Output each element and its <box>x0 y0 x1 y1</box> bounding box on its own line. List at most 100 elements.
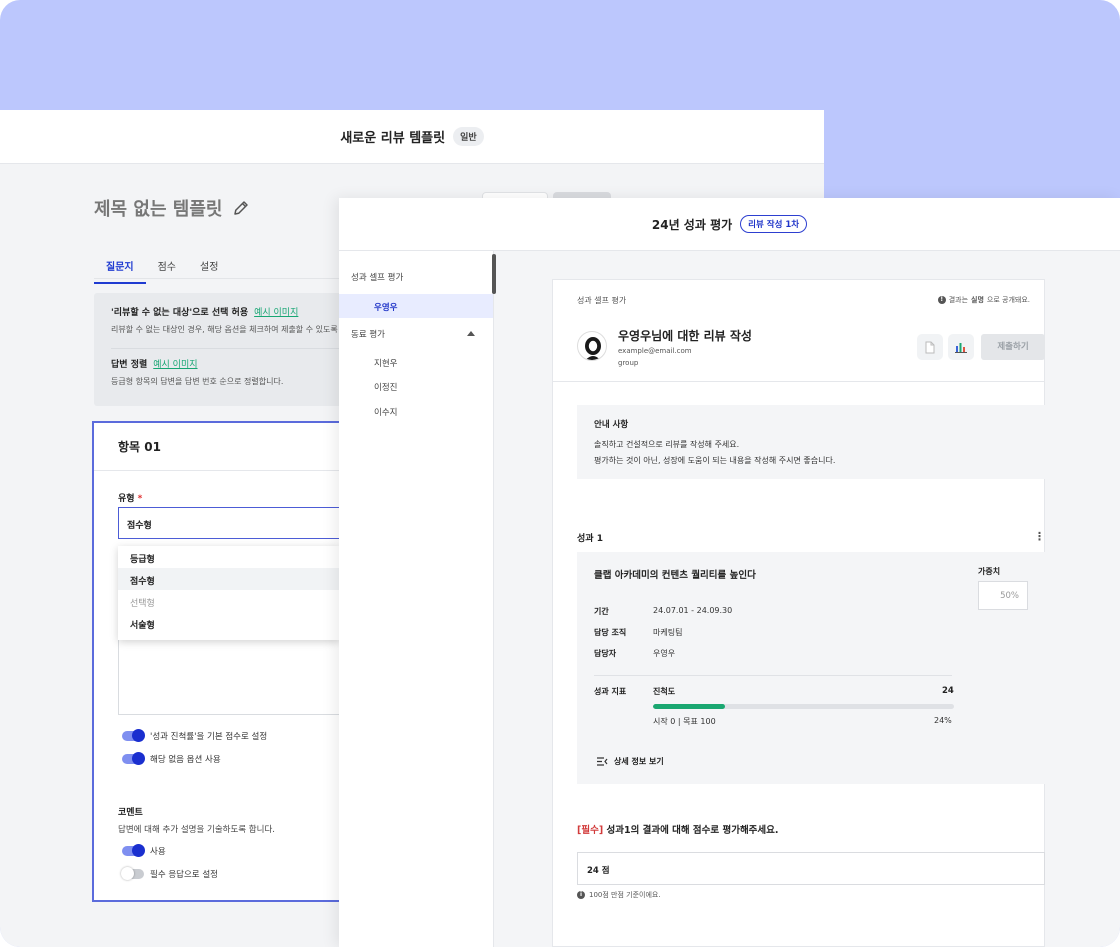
sidebar-section-peer[interactable]: 동료 평가 <box>339 328 385 340</box>
comment-title: 코멘트 <box>118 808 143 818</box>
editor-title: 새로운 리뷰 템플릿 <box>340 131 446 146</box>
guide-box: 안내 사항 솔직하고 건설적으로 리뷰를 작성해 주세요. 평가하는 것이 아닌… <box>577 405 1045 479</box>
toggle-switch[interactable] <box>121 867 144 880</box>
option-answer-sort: 답변 정렬 예시 이미지 등급형 항목의 답변을 답변 번호 순으로 정렬합니다. <box>111 357 344 387</box>
example-image-link[interactable]: 예시 이미지 <box>254 308 298 318</box>
visibility-notice: ! 결과는 실명 으로 공개돼요. <box>937 295 1030 305</box>
toggle-switch[interactable] <box>122 729 145 742</box>
review-sidebar: 성과 셀프 평가 우영우 동료 평가 지현우 이정진 이수지 <box>339 251 496 947</box>
option-allow-unreviewable: '리뷰할 수 없는 대상'으로 선택 허용 예시 이미지 리뷰할 수 없는 대상인… <box>111 305 344 335</box>
metric-value: 24 <box>942 686 954 696</box>
weight-label: 가중치 <box>978 567 1001 576</box>
dropdown-option-choice[interactable]: 선택형 <box>118 590 340 612</box>
sidebar-item-peer[interactable]: 이수지 <box>339 399 493 423</box>
guide-line: 솔직하고 건설적으로 리뷰를 작성해 주세요. <box>594 440 740 449</box>
list-collapse-icon <box>597 757 608 766</box>
tabs-divider <box>94 278 344 279</box>
more-vertical-icon[interactable]: ⋮ <box>1034 530 1045 543</box>
guide-line: 평가하는 것이 아닌, 성장에 도움이 되는 내용을 작성해 주시면 좋습니다. <box>594 456 836 465</box>
info-icon: ! <box>937 296 946 304</box>
question-item-card[interactable]: 항목 01 유형 * 점수형 '성과 진척률'을 기본 점수로 설정 해당 없음 … <box>92 421 346 902</box>
reviewee-group: group <box>618 359 639 367</box>
options-divider <box>111 348 344 349</box>
option-title: 답변 정렬 <box>111 360 148 370</box>
sidebar-item-peer[interactable]: 지현우 <box>339 350 493 374</box>
toggle-label: 필수 응답으로 설정 <box>150 870 218 880</box>
document-button[interactable] <box>917 334 943 360</box>
pencil-icon[interactable] <box>232 199 250 217</box>
toggle-label: 해당 없음 옵션 사용 <box>150 755 221 765</box>
editor-header: 새로운 리뷰 템플릿 일반 <box>0 110 824 164</box>
required-mark: * <box>137 494 143 504</box>
progress-bar-fill <box>653 704 726 709</box>
progress-range: 시작 0 | 목표 100 <box>653 717 716 726</box>
score-answer-input[interactable]: 24 점 <box>577 852 1045 885</box>
toggle-label: '성과 진척률'을 기본 점수로 설정 <box>150 732 268 742</box>
metric-label: 성과 지표 <box>594 687 627 696</box>
editor-badge: 일반 <box>453 127 484 146</box>
example-image-link[interactable]: 예시 이미지 <box>153 360 197 370</box>
period-label: 기간 <box>594 607 609 616</box>
answer-hint: i 100점 만점 기준이에요. <box>577 890 661 900</box>
type-dropdown-menu: 등급형 점수형 선택형 서술형 <box>118 546 340 640</box>
dropdown-option-score[interactable]: 점수형 <box>118 568 340 590</box>
toggle-comment-required-row[interactable]: 필수 응답으로 설정 <box>121 867 218 880</box>
org-value: 마케팅팀 <box>653 628 683 637</box>
submit-button[interactable]: 제출하기 <box>981 334 1045 360</box>
metric-name: 진척도 <box>653 687 676 696</box>
sidebar-item-self[interactable]: 우영우 <box>339 294 493 318</box>
sidebar-section-self: 성과 셀프 평가 <box>351 273 404 283</box>
toggle-label: 사용 <box>150 847 166 857</box>
chevron-up-icon[interactable] <box>467 331 475 336</box>
progress-bar <box>653 704 954 709</box>
chart-button[interactable] <box>948 334 974 360</box>
option-description: 리뷰할 수 없는 대상인 경우, 해당 옵션을 체크하여 제출할 수 있도록 <box>111 325 338 334</box>
sidebar-scrollbar[interactable] <box>492 254 496 294</box>
question-text: [필수] 성과1의 결과에 대해 점수로 평가해주세요. <box>577 825 779 836</box>
review-stage-badge: 리뷰 작성 1차 <box>740 215 808 233</box>
option-title: '리뷰할 수 없는 대상'으로 선택 허용 <box>111 308 249 318</box>
weight-input[interactable]: 50% <box>978 581 1028 610</box>
reviewee-email: example@email.com <box>618 347 692 355</box>
owner-value: 우영우 <box>653 649 676 658</box>
document-icon <box>925 341 935 353</box>
review-window: 24년 성과 평가 리뷰 작성 1차 성과 셀프 평가 우영우 동료 평가 지현… <box>339 198 1120 947</box>
panel-section-label: 성과 셀프 평가 <box>577 296 627 305</box>
template-title[interactable]: 제목 없는 템플릿 <box>94 195 250 221</box>
sidebar-item-peer[interactable]: 이정진 <box>339 374 493 398</box>
toggle-switch[interactable] <box>122 844 145 857</box>
achievement-heading: 성과 1 <box>577 534 603 544</box>
review-header: 24년 성과 평가 리뷰 작성 1차 <box>339 198 1120 251</box>
period-value: 24.07.01 - 24.09.30 <box>653 606 733 615</box>
achievement-title: 클랩 아카데미의 컨텐츠 퀄리티를 높인다 <box>594 570 756 581</box>
detail-info-link[interactable]: 상세 정보 보기 <box>597 756 664 767</box>
review-panel: 성과 셀프 평가 ! 결과는 실명 으로 공개돼요. 우영우님에 대한 리뷰 작성… <box>552 279 1045 947</box>
toggle-na-option-row[interactable]: 해당 없음 옵션 사용 <box>122 752 221 765</box>
avatar <box>577 331 607 361</box>
bar-chart-icon <box>955 343 967 353</box>
type-select[interactable]: 점수형 <box>118 507 346 539</box>
toggle-comment-use-row[interactable]: 사용 <box>122 844 166 857</box>
template-options-box: '리뷰할 수 없는 대상'으로 선택 허용 예시 이미지 리뷰할 수 없는 대상인… <box>94 293 344 406</box>
toggle-default-score-row[interactable]: '성과 진척률'을 기본 점수로 설정 <box>122 729 268 742</box>
progress-percent: 24% <box>934 716 952 725</box>
owner-label: 담당자 <box>594 649 617 658</box>
template-title-text: 제목 없는 템플릿 <box>94 199 223 220</box>
item-textarea[interactable] <box>118 629 346 715</box>
dropdown-option-essay[interactable]: 서술형 <box>118 612 340 634</box>
review-title: 24년 성과 평가 <box>651 217 733 232</box>
notice-bold: 실명 <box>971 296 984 304</box>
review-panel-header: 성과 셀프 평가 ! 결과는 실명 으로 공개돼요. 우영우님에 대한 리뷰 작성… <box>553 280 1045 382</box>
avatar-illustration <box>585 337 601 360</box>
type-label: 유형 * <box>118 494 143 504</box>
required-tag: [필수] <box>577 825 604 836</box>
achievement-divider <box>594 675 952 676</box>
guide-title: 안내 사항 <box>594 420 629 430</box>
dropdown-option-grade[interactable]: 등급형 <box>118 546 340 568</box>
info-icon: i <box>577 891 585 899</box>
toggle-switch[interactable] <box>122 752 145 765</box>
org-label: 담당 조직 <box>594 628 627 637</box>
achievement-card: 클랩 아카데미의 컨텐츠 퀄리티를 높인다 기간 24.07.01 - 24.0… <box>577 552 1045 784</box>
option-description: 등급형 항목의 답변을 답변 번호 순으로 정렬합니다. <box>111 377 284 386</box>
stage-background: 새로운 리뷰 템플릿 일반 제목 없는 템플릿 질문지 점수 설정 '리뷰할 수… <box>0 0 1120 947</box>
